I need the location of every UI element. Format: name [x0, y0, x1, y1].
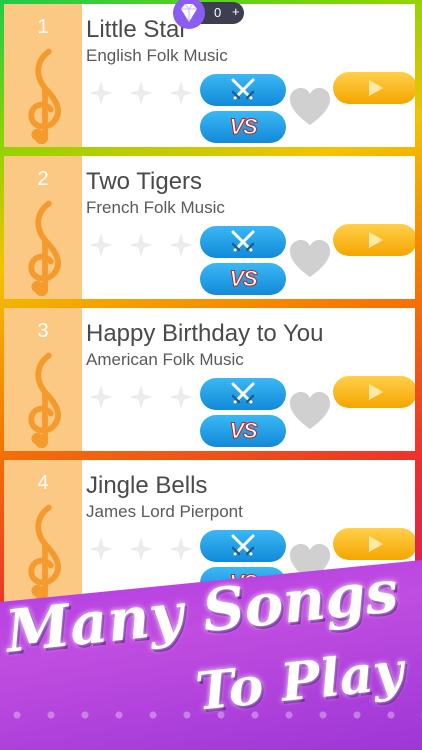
vs-label: VS	[229, 114, 258, 140]
add-gems-button[interactable]: +	[232, 4, 240, 19]
star-icon	[129, 233, 153, 257]
crossed-swords-icon	[231, 382, 255, 404]
star-icon	[169, 233, 193, 257]
heart-icon[interactable]	[288, 87, 332, 127]
crossed-swords-icon	[231, 230, 255, 252]
treble-clef-icon	[28, 200, 61, 296]
play-icon	[369, 232, 383, 248]
treble-clef-icon	[28, 48, 61, 144]
play-button[interactable]	[333, 528, 415, 560]
song-artist: French Folk Music	[86, 198, 225, 217]
star-rating	[88, 232, 194, 258]
play-button[interactable]	[333, 224, 415, 256]
song-number: 2	[37, 168, 49, 190]
gem-count: 0	[214, 5, 222, 20]
star-rating	[88, 384, 194, 410]
star-rating	[88, 536, 194, 562]
play-icon	[369, 384, 383, 400]
star-icon	[129, 537, 153, 561]
song-artist: English Folk Music	[86, 46, 228, 65]
crossed-swords-icon	[231, 78, 255, 100]
battle-button[interactable]	[200, 530, 286, 562]
star-icon	[169, 537, 193, 561]
play-icon	[369, 80, 383, 96]
crossed-swords-icon	[231, 534, 255, 556]
star-icon	[169, 81, 193, 105]
song-title: Jingle Bells	[86, 472, 208, 499]
battle-button[interactable]	[200, 378, 286, 410]
song-artist: American Folk Music	[86, 350, 244, 369]
song-title: Two Tigers	[86, 168, 203, 195]
treble-clef-icon	[28, 504, 61, 600]
battle-button[interactable]	[200, 226, 286, 258]
treble-clef-icon	[28, 352, 61, 448]
song-number: 1	[37, 16, 49, 38]
play-button[interactable]	[333, 376, 415, 408]
star-icon	[89, 385, 113, 409]
battle-button[interactable]	[200, 74, 286, 106]
song-artist: James Lord Pierpont	[86, 502, 243, 521]
star-icon	[169, 385, 193, 409]
diamond-icon	[173, 0, 205, 29]
gem-counter[interactable]: 0 +	[173, 0, 244, 29]
play-button[interactable]	[333, 72, 415, 104]
star-icon	[89, 233, 113, 257]
song-card[interactable]: 3 Happy Birthday to You American Folk Mu…	[4, 308, 415, 451]
star-icon	[89, 537, 113, 561]
vs-button[interactable]: VS	[200, 415, 286, 447]
song-number: 4	[37, 472, 49, 494]
song-card[interactable]: 2 Two Tigers French Folk Music VS	[4, 156, 415, 299]
star-icon	[129, 81, 153, 105]
song-number: 3	[37, 320, 49, 342]
vs-label: VS	[229, 418, 258, 444]
song-card[interactable]: 1 Little Star English Folk Music VS	[4, 4, 415, 147]
star-icon	[129, 385, 153, 409]
vs-button[interactable]: VS	[200, 111, 286, 143]
vs-button[interactable]: VS	[200, 263, 286, 295]
vs-label: VS	[229, 266, 258, 292]
play-icon	[369, 536, 383, 552]
song-title: Happy Birthday to You	[86, 320, 324, 347]
star-rating	[88, 80, 194, 106]
star-icon	[89, 81, 113, 105]
heart-icon[interactable]	[288, 391, 332, 431]
heart-icon[interactable]	[288, 239, 332, 279]
